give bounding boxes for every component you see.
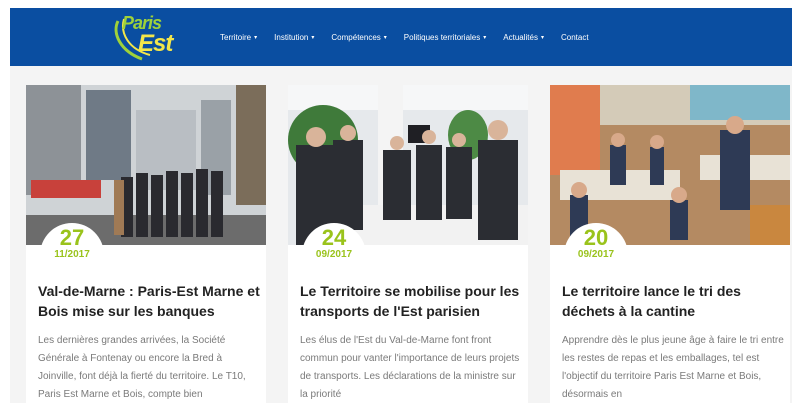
menu-item-institution[interactable]: Institution ▾ bbox=[274, 33, 314, 42]
chevron-down-icon: ▾ bbox=[254, 34, 258, 41]
news-card[interactable]: 27 11/2017 Val-de-Marne : Paris-Est Marn… bbox=[26, 85, 266, 403]
date-month-year: 11/2017 bbox=[54, 249, 90, 260]
menu-item-label: Politiques territoriales bbox=[403, 32, 481, 42]
paris-est-logo[interactable]: Paris Est bbox=[110, 11, 184, 65]
menu-item-contact[interactable]: Contact bbox=[561, 33, 589, 42]
chevron-down-icon: ▾ bbox=[311, 34, 315, 41]
chevron-down-icon: ▾ bbox=[540, 34, 544, 41]
date-day: 20 bbox=[583, 225, 609, 250]
date-month-year: 09/2017 bbox=[315, 249, 353, 260]
group-of-officials-on-street-photo[interactable] bbox=[26, 85, 266, 245]
menu-item-label: Contact bbox=[560, 32, 589, 42]
main-menu: Territoire ▾ Institution ▾ Compétences ▾… bbox=[220, 8, 606, 66]
top-navbar: Paris Est Territoire ▾ Institution ▾ Com… bbox=[10, 8, 792, 66]
menu-item-politiques-territoriales[interactable]: Politiques territoriales ▾ bbox=[404, 33, 487, 42]
date-badge: 24 09/2017 bbox=[302, 223, 366, 273]
menu-item-label: Institution bbox=[274, 32, 309, 42]
chevron-down-icon: ▾ bbox=[383, 34, 387, 41]
chevron-down-icon: ▾ bbox=[483, 34, 487, 41]
logo-text-est: Est bbox=[138, 30, 173, 57]
date-day: 24 bbox=[321, 225, 347, 250]
school-cantine-photo[interactable] bbox=[550, 85, 790, 245]
news-card[interactable]: 24 09/2017 Le Territoire se mobilise pou… bbox=[288, 85, 528, 403]
menu-item-competences[interactable]: Compétences ▾ bbox=[331, 33, 386, 42]
menu-item-territoire[interactable]: Territoire ▾ bbox=[220, 33, 257, 42]
menu-item-actualites[interactable]: Actualités ▾ bbox=[503, 33, 544, 42]
article-title[interactable]: Le Territoire se mobilise pour les trans… bbox=[300, 281, 522, 321]
article-excerpt: Les dernières grandes arrivées, la Socié… bbox=[38, 335, 246, 400]
date-day: 27 bbox=[59, 225, 85, 250]
officials-meeting-indoors-photo[interactable] bbox=[288, 85, 528, 245]
article-excerpt: Les élus de l'Est du Val-de-Marne font f… bbox=[300, 335, 520, 400]
news-card[interactable]: 20 09/2017 Le territoire lance le tri de… bbox=[550, 85, 790, 403]
date-month-year: 09/2017 bbox=[577, 249, 615, 260]
date-badge: 27 11/2017 bbox=[40, 223, 104, 273]
date-badge: 20 09/2017 bbox=[564, 223, 628, 273]
menu-item-label: Compétences bbox=[331, 32, 381, 42]
article-excerpt: Apprendre dès le plus jeune âge à faire … bbox=[562, 335, 784, 400]
menu-item-label: Actualités bbox=[503, 32, 538, 42]
article-title[interactable]: Le territoire lance le tri des déchets à… bbox=[562, 281, 784, 321]
article-title[interactable]: Val-de-Marne : Paris-Est Marne et Bois m… bbox=[38, 281, 260, 321]
menu-item-label: Territoire bbox=[220, 32, 252, 42]
